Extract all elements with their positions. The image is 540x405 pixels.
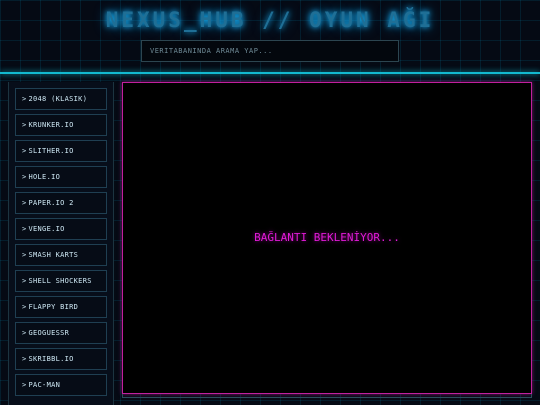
sidebar-item-krunker[interactable]: > KRUNKER.IO — [15, 114, 107, 136]
sidebar-item-paper[interactable]: > PAPER.IO 2 — [15, 192, 107, 214]
sidebar-item-label: HOLE.IO — [28, 173, 61, 181]
sidebar-item-2048[interactable]: >2048 (KLASIK) — [15, 88, 107, 110]
arrow-icon: > — [22, 95, 27, 103]
sidebar-item-geoguessr[interactable]: > GEOGUESSR — [15, 322, 107, 344]
arrow-icon: > — [22, 173, 27, 181]
arrow-icon: > — [22, 381, 27, 389]
sidebar-item-label: PAC-MAN — [28, 381, 61, 389]
sidebar-item-slither[interactable]: > SLITHER.IO — [15, 140, 107, 162]
sidebar-item-label: SLITHER.IO — [28, 147, 74, 155]
sidebar-item-venge[interactable]: > VENGE.IO — [15, 218, 107, 240]
sidebar-item-pac-man[interactable]: > PAC-MAN — [15, 374, 107, 396]
game-viewport[interactable]: BAĞLANTI BEKLENİYOR... — [122, 82, 532, 394]
sidebar-item-skribbl[interactable]: > SKRIBBL.IO — [15, 348, 107, 370]
arrow-icon: > — [22, 277, 27, 285]
game-sidebar: >2048 (KLASIK) > KRUNKER.IO > SLITHER.IO >… — [8, 82, 114, 405]
arrow-icon: > — [22, 225, 27, 233]
arrow-icon: > — [22, 199, 27, 207]
arrow-icon: > — [22, 251, 27, 259]
arrow-icon: > — [22, 147, 27, 155]
sidebar-item-label: 2048 (KLASIK) — [28, 95, 88, 103]
sidebar-item-label: SKRIBBL.IO — [28, 355, 74, 363]
sidebar-item-smash-karts[interactable]: > SMASH KARTS — [15, 244, 107, 266]
sidebar-item-label: GEOGUESSR — [28, 329, 70, 337]
sidebar-item-label: FLAPPY BIRD — [28, 303, 79, 311]
sidebar-item-shell-shockers[interactable]: > SHELL SHOCKERS — [15, 270, 107, 292]
sidebar-item-label: KRUNKER.IO — [28, 121, 74, 129]
sidebar-item-flappy-bird[interactable]: > FLAPPY BIRD — [15, 296, 107, 318]
sidebar-item-label: PAPER.IO 2 — [28, 199, 74, 207]
connection-status: BAĞLANTI BEKLENİYOR... — [254, 231, 400, 244]
arrow-icon: > — [22, 303, 27, 311]
viewport-frame — [122, 394, 532, 398]
sidebar-item-label: SMASH KARTS — [28, 251, 79, 259]
sidebar-item-hole[interactable]: > HOLE.IO — [15, 166, 107, 188]
header-divider — [0, 72, 540, 74]
page-title: NEXUS_HUB // OYUN AĞI — [105, 8, 435, 32]
sidebar-item-label: SHELL SHOCKERS — [28, 277, 92, 285]
sidebar-item-label: VENGE.IO — [28, 225, 65, 233]
arrow-icon: > — [22, 121, 27, 129]
arrow-icon: > — [22, 329, 27, 337]
header: NEXUS_HUB // OYUN AĞI — [0, 0, 540, 72]
search-input[interactable] — [141, 40, 399, 62]
arrow-icon: > — [22, 355, 27, 363]
